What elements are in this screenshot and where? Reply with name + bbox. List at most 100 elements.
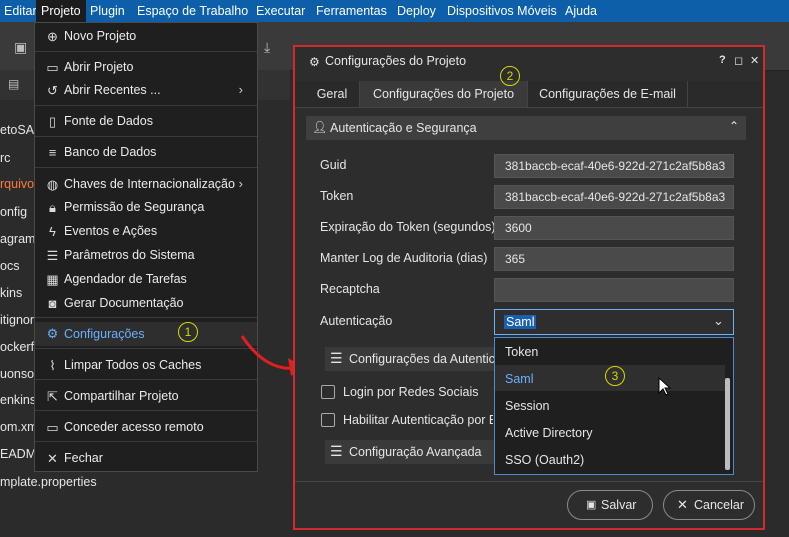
toolbar-icon[interactable]: ▤ <box>8 77 19 91</box>
menu-item-chaves-internacionalizacao[interactable]: ◍ Chaves de Internacionalização › <box>35 173 257 195</box>
tab-configuracoes-projeto[interactable]: Configurações do Projeto <box>360 81 528 107</box>
new-project-icon: ⊕ <box>47 29 58 44</box>
menu-item-fechar[interactable]: ✕ Fechar <box>35 447 257 469</box>
tab-geral[interactable]: Geral <box>305 81 360 107</box>
auth-config-label: Configurações da Autentica <box>349 352 502 366</box>
sliders-icon: ☰ <box>46 248 59 263</box>
recaptcha-field[interactable] <box>494 278 734 302</box>
menu-item-abrir-projeto[interactable]: ▭ Abrir Projeto <box>35 56 257 78</box>
save-tool-icon[interactable]: ▣ <box>14 39 27 56</box>
cancel-button[interactable]: ✕ Cancelar <box>663 490 755 520</box>
authentication-select[interactable]: Saml ⌄ <box>494 309 734 335</box>
menu-item-gerar-documentacao[interactable]: ◙ Gerar Documentação <box>35 292 257 314</box>
token-label: Token <box>320 189 354 203</box>
menu-item-compartilhar-projeto[interactable]: ⇱ Compartilhar Projeto <box>35 385 257 407</box>
list-icon: ☰ <box>330 350 343 366</box>
chevron-right-icon: › <box>238 176 243 191</box>
tree-item[interactable]: EADM <box>0 444 36 464</box>
option-saml[interactable]: Saml <box>505 372 533 386</box>
menu-dispositivos-moveis[interactable]: Dispositivos Móveis <box>447 0 557 22</box>
datasource-icon: ▯ <box>48 114 57 129</box>
import-tool-icon[interactable]: ⤓ <box>264 39 270 56</box>
menu-separator <box>35 105 257 106</box>
gear-icon: ⚙ <box>309 55 320 69</box>
menu-item-abrir-recentes[interactable]: ↺ Abrir Recentes ... › <box>35 79 257 101</box>
menu-separator <box>35 317 257 318</box>
menu-item-permissao-seguranca[interactable]: 🔒︎ Permissão de Segurança <box>35 196 257 218</box>
tree-item[interactable]: ockerfi <box>0 337 37 357</box>
section-title: Autenticação e Segurança <box>330 121 477 135</box>
menu-item-novo-projeto[interactable]: ⊕ Novo Projeto <box>35 25 257 47</box>
menu-separator <box>35 136 257 137</box>
tree-item[interactable]: onfig <box>0 202 27 222</box>
help-icon[interactable]: ? <box>719 54 726 66</box>
tree-item[interactable]: om.xm <box>0 417 38 437</box>
menu-item-agendador-tarefas[interactable]: ▦ Agendador de Tarefas <box>35 268 257 290</box>
menu-separator <box>35 348 257 349</box>
guid-field[interactable]: 381baccb-ecaf-40e6-922d-271c2af5b8a3 <box>494 154 734 178</box>
tree-item[interactable]: uonso <box>0 364 34 384</box>
menu-executar[interactable]: Executar <box>256 0 305 22</box>
menu-separator <box>35 441 257 442</box>
audit-log-field[interactable]: 365 <box>494 247 734 271</box>
menu-item-limpar-caches[interactable]: ⌇ Limpar Todos os Caches <box>35 354 257 376</box>
advanced-config-section[interactable]: ☰ Configuração Avançada <box>325 440 497 464</box>
lock-icon: 🔒︎ <box>49 200 56 215</box>
token-expiration-field[interactable]: 3600 <box>494 216 734 240</box>
menu-plugin[interactable]: Plugin <box>90 0 125 22</box>
close-icon[interactable]: ✕ <box>750 54 759 67</box>
option-token[interactable]: Token <box>505 345 538 359</box>
menu-ferramentas[interactable]: Ferramentas <box>316 0 387 22</box>
tree-item[interactable]: rc <box>0 148 10 168</box>
menu-item-fonte-de-dados[interactable]: ▯ Fonte de Dados <box>35 110 257 132</box>
menu-item-banco-de-dados[interactable]: ≡ Banco de Dados <box>35 141 257 163</box>
option-session[interactable]: Session <box>505 399 549 413</box>
maximize-icon[interactable]: ◻ <box>734 54 743 67</box>
social-login-checkbox[interactable] <box>321 385 335 399</box>
document-icon: ◙ <box>48 296 57 311</box>
project-settings-dialog: ⚙ Configurações do Projeto ? ◻ ✕ Geral C… <box>293 45 765 530</box>
menu-item-eventos-acoes[interactable]: ϟ Eventos e Ações <box>35 220 257 242</box>
menu-ajuda[interactable]: Ajuda <box>565 0 597 22</box>
menu-espaco-de-trabalho[interactable]: Espaço de Trabalho <box>137 0 248 22</box>
user-icon: 👤︎ <box>312 120 328 134</box>
save-button[interactable]: ▣ Salvar <box>567 490 653 520</box>
menu-item-acesso-remoto[interactable]: ▭ Conceder acesso remoto <box>35 416 257 438</box>
folder-icon: ▭ <box>46 60 59 75</box>
menu-separator <box>35 167 257 168</box>
menu-item-configuracoes[interactable]: ⚙ Configurações <box>35 322 257 346</box>
database-icon: ≡ <box>48 145 57 160</box>
token-field[interactable]: 381baccb-ecaf-40e6-922d-271c2af5b8a3 <box>494 185 734 209</box>
menu-separator <box>35 410 257 411</box>
save-label: Salvar <box>601 498 637 512</box>
menu-projeto[interactable]: Projeto <box>36 0 86 22</box>
tree-item-template-properties[interactable]: mplate.properties <box>0 472 97 492</box>
menu-item-parametros-sistema[interactable]: ☰ Parâmetros do Sistema <box>35 244 257 266</box>
enable-auth-checkbox[interactable] <box>321 413 335 427</box>
annotation-badge-3: 3 <box>605 366 625 386</box>
auth-config-section[interactable]: ☰ Configurações da Autentica <box>325 347 502 371</box>
tree-item[interactable]: agram <box>0 229 35 249</box>
section-autenticacao-seguranca[interactable]: 👤︎ Autenticação e Segurança ⌃ <box>306 116 746 140</box>
tab-configuracoes-email[interactable]: Configurações de E-mail <box>528 81 688 107</box>
tree-item[interactable]: itignor <box>0 310 34 330</box>
close-icon: ✕ <box>47 451 58 466</box>
menu-editar[interactable]: Editar <box>0 0 41 22</box>
annotation-badge-2: 2 <box>500 66 520 86</box>
recaptcha-label: Recaptcha <box>320 282 380 296</box>
tree-item[interactable]: ocs <box>0 256 19 276</box>
menu-deploy[interactable]: Deploy <box>397 0 436 22</box>
options-scrollbar[interactable] <box>725 378 730 470</box>
tree-item[interactable]: kins <box>0 283 22 303</box>
authentication-options-list: Token Saml Session Active Directory SSO … <box>494 337 734 475</box>
footer-divider <box>295 481 763 482</box>
option-sso-oauth2[interactable]: SSO (Oauth2) <box>505 453 584 467</box>
close-icon: ✕ <box>677 497 688 512</box>
advanced-config-label: Configuração Avançada <box>349 445 482 459</box>
history-icon: ↺ <box>47 83 58 98</box>
globe-icon: ◍ <box>46 177 59 192</box>
collapse-icon[interactable]: ⌃ <box>729 119 739 133</box>
authentication-selected-value: Saml <box>504 315 537 329</box>
menu-separator <box>35 51 257 52</box>
option-active-directory[interactable]: Active Directory <box>505 426 593 440</box>
